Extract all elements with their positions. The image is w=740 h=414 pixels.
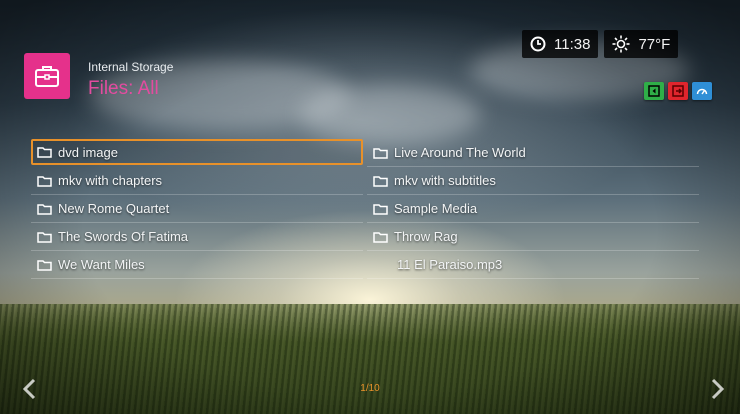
next-page-button[interactable] — [709, 378, 725, 400]
previous-page-button[interactable] — [22, 378, 38, 400]
file-list-left-column: dvd image mkv with chapters New Rome Qua… — [31, 139, 363, 279]
chevron-left-icon — [22, 378, 36, 400]
list-item[interactable]: mkv with chapters — [31, 167, 363, 195]
list-item-label: We Want Miles — [58, 257, 145, 272]
folder-icon — [37, 231, 52, 243]
list-item[interactable]: Sample Media — [367, 195, 699, 223]
list-item[interactable]: We Want Miles — [31, 251, 363, 279]
folder-icon — [373, 175, 388, 187]
list-item-label: Throw Rag — [394, 229, 458, 244]
page-title: Files: All — [88, 78, 159, 99]
list-item[interactable]: New Rome Quartet — [31, 195, 363, 223]
folder-icon — [373, 231, 388, 243]
exit-icon — [672, 85, 684, 97]
sun-icon — [612, 35, 630, 53]
folder-icon — [37, 259, 52, 271]
list-item-label: Live Around The World — [394, 145, 526, 160]
red-key-button[interactable] — [668, 82, 688, 100]
clock-time: 11:38 — [554, 35, 591, 53]
storage-label: Internal Storage — [88, 60, 174, 74]
blue-key-button[interactable] — [692, 82, 712, 100]
list-item[interactable]: The Swords Of Fatima — [31, 223, 363, 251]
folder-icon — [373, 147, 388, 159]
list-item[interactable]: Live Around The World — [367, 139, 699, 167]
folder-icon — [37, 147, 52, 158]
file-list: dvd image mkv with chapters New Rome Qua… — [31, 139, 699, 281]
page-indicator: 1/10 — [360, 383, 380, 394]
list-item-label: dvd image — [58, 144, 118, 160]
file-list-right-column: Live Around The World mkv with subtitles… — [367, 139, 699, 279]
chevron-right-icon — [711, 378, 725, 400]
color-key-bar — [644, 82, 712, 100]
clock-widget: 11:38 — [522, 30, 599, 58]
list-item-label: The Swords Of Fatima — [58, 229, 189, 244]
status-bar: 11:38 77°F — [522, 30, 740, 58]
weather-widget: 77°F — [604, 30, 679, 58]
folder-icon — [37, 175, 52, 187]
briefcase-icon — [24, 53, 70, 99]
list-item-label: mkv with subtitles — [394, 173, 496, 188]
list-item[interactable]: 11 El Paraiso.mp3 — [367, 251, 699, 279]
folder-icon — [373, 203, 388, 215]
list-item-label: 11 El Paraiso.mp3 — [397, 257, 503, 272]
list-item[interactable]: Throw Rag — [367, 223, 699, 251]
list-item[interactable]: mkv with subtitles — [367, 167, 699, 195]
list-item[interactable]: dvd image — [31, 139, 363, 165]
folder-icon — [37, 203, 52, 215]
list-item-label: New Rome Quartet — [58, 201, 170, 216]
list-item-label: Sample Media — [394, 201, 478, 216]
back-icon — [648, 85, 660, 97]
gauge-icon — [696, 88, 708, 95]
temperature: 77°F — [638, 35, 671, 53]
clock-icon — [530, 36, 546, 52]
green-key-button[interactable] — [644, 82, 664, 100]
list-item-label: mkv with chapters — [58, 173, 163, 188]
